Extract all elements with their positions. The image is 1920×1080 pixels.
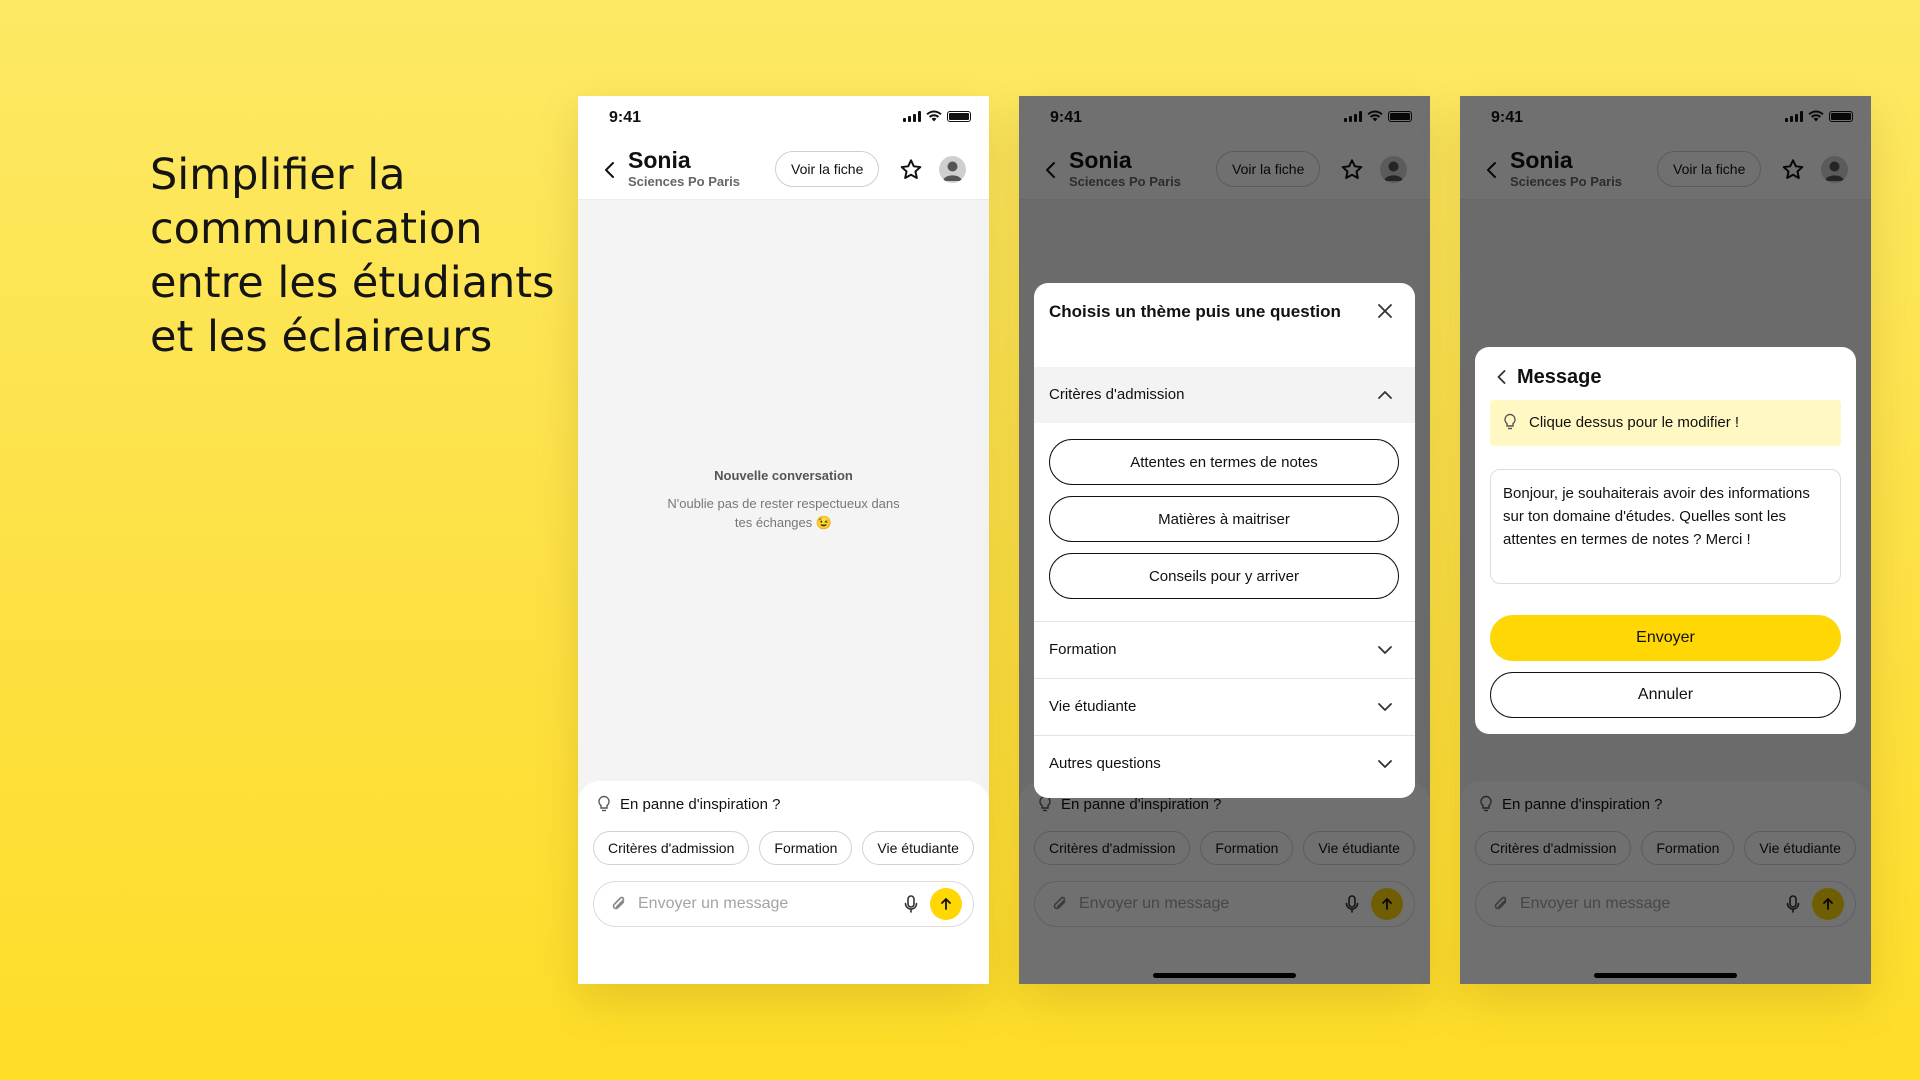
- chip-formation[interactable]: Formation: [759, 831, 853, 865]
- chip-admission[interactable]: Critères d'admission: [593, 831, 750, 865]
- battery-icon: [947, 110, 971, 122]
- chevron-down-icon: [1378, 760, 1392, 768]
- arrow-up-icon: [941, 898, 951, 910]
- signal-icon: [903, 110, 921, 122]
- send-message-button[interactable]: Envoyer: [1490, 615, 1841, 661]
- chevron-down-icon: [1378, 703, 1392, 711]
- accordion-label: Formation: [1049, 641, 1117, 658]
- headline: Simplifier la communication entre les ét…: [150, 150, 555, 362]
- empty-state-subtitle: N'oublie pas de rester respectueux dans …: [667, 496, 900, 530]
- chevron-up-icon: [1378, 391, 1392, 399]
- mic-icon[interactable]: [901, 894, 921, 914]
- cancel-button[interactable]: Annuler: [1490, 672, 1841, 718]
- message-dialog: Message Clique dessus pour le modifier !…: [1475, 347, 1856, 734]
- paperclip-icon[interactable]: [609, 894, 629, 914]
- topic-chips: Critères d'admission Formation Vie étudi…: [593, 831, 974, 865]
- chat-header: Sonia Sciences Po Paris Voir la fiche: [578, 140, 989, 200]
- question-picker-sheet: Choisis un thème puis une question Critè…: [1034, 283, 1415, 798]
- dialog-title: Message: [1517, 366, 1602, 388]
- phone-message-preview: 9:41 Sonia Sciences Po Paris Voir la fic…: [1460, 96, 1871, 984]
- avatar-icon[interactable]: [939, 156, 966, 183]
- home-indicator: [1153, 973, 1296, 978]
- message-text-field[interactable]: Bonjour, je souhaiterais avoir des infor…: [1490, 469, 1841, 584]
- accordion-vie-etudiante[interactable]: Vie étudiante: [1034, 678, 1415, 735]
- hint-text: Clique dessus pour le modifier !: [1529, 414, 1740, 431]
- question-button-conseils[interactable]: Conseils pour y arriver: [1049, 553, 1399, 599]
- edit-hint: Clique dessus pour le modifier !: [1490, 400, 1841, 446]
- composer-panel: En panne d'inspiration ? Critères d'admi…: [578, 781, 989, 984]
- question-button-matieres[interactable]: Matières à maitriser: [1049, 496, 1399, 542]
- star-icon[interactable]: [898, 157, 924, 183]
- sheet-title: Choisis un thème puis une question: [1049, 302, 1341, 321]
- message-box: [593, 881, 974, 927]
- accordion-admission[interactable]: Critères d'admission: [1034, 367, 1415, 423]
- accordion-formation[interactable]: Formation: [1034, 621, 1415, 678]
- accordion-autres-questions[interactable]: Autres questions: [1034, 735, 1415, 792]
- send-button[interactable]: [930, 888, 962, 920]
- status-icons: [903, 110, 971, 122]
- lightbulb-icon: [1504, 413, 1516, 430]
- phone-new-conversation: 9:41 Sonia Sciences Po Paris Voir la fic…: [578, 96, 989, 984]
- accordion-label: Autres questions: [1049, 755, 1161, 772]
- close-icon[interactable]: [1374, 300, 1396, 322]
- question-button-notes[interactable]: Attentes en termes de notes: [1049, 439, 1399, 485]
- inspiration-label: En panne d'inspiration ?: [620, 795, 781, 813]
- status-bar: 9:41: [578, 96, 989, 140]
- chevron-down-icon: [1378, 646, 1392, 654]
- contact-name: Sonia: [628, 147, 691, 173]
- empty-state-title: Nouvelle conversation: [714, 468, 853, 483]
- chevron-left-icon[interactable]: [598, 158, 622, 182]
- inspiration-row: En panne d'inspiration ?: [596, 795, 780, 813]
- view-profile-button[interactable]: Voir la fiche: [775, 151, 880, 187]
- phone-question-picker: 9:41 Sonia Sciences Po Paris Voir la fic…: [1019, 96, 1430, 984]
- wifi-icon: [926, 110, 942, 122]
- accordion-label: Critères d'admission: [1049, 386, 1185, 403]
- home-indicator: [1594, 973, 1737, 978]
- chip-vie-etudiante[interactable]: Vie étudiante: [862, 831, 974, 865]
- contact-school: Sciences Po Paris: [628, 174, 741, 189]
- chevron-left-icon[interactable]: [1492, 367, 1512, 387]
- accordion-label: Vie étudiante: [1049, 698, 1137, 715]
- message-input[interactable]: [638, 890, 888, 918]
- status-time: 9:41: [609, 109, 642, 126]
- lightbulb-icon: [598, 795, 610, 812]
